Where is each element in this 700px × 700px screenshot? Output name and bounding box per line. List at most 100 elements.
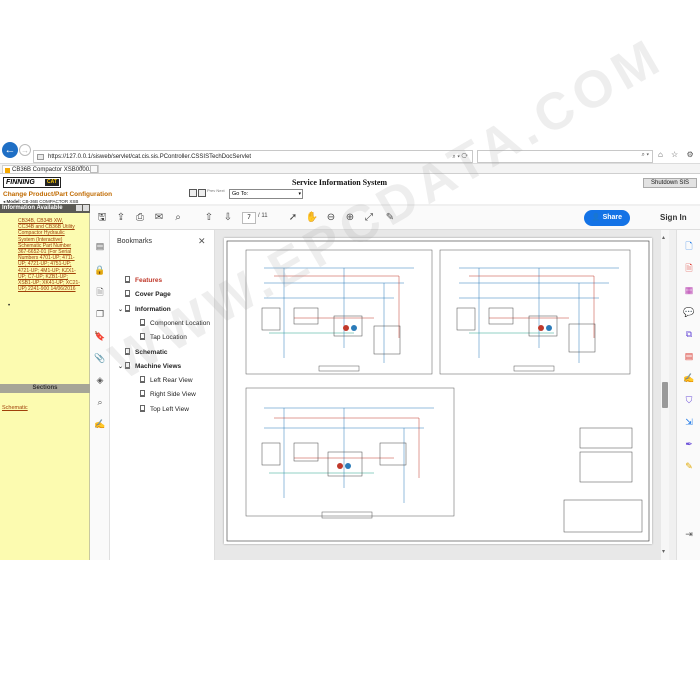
bookmark-label: Schematic bbox=[135, 348, 168, 356]
zoom-out-icon[interactable]: ⊖ bbox=[324, 211, 338, 225]
comment-icon[interactable]: 💬 bbox=[683, 306, 695, 318]
browser-search-input[interactable]: ⌕ ▾ bbox=[477, 150, 653, 163]
search-controls[interactable]: ⌕ ▾ bbox=[641, 152, 649, 159]
shutdown-button[interactable]: Shutdown SIS bbox=[643, 178, 697, 188]
attachment-list-icon[interactable]: 🗎 bbox=[94, 286, 106, 298]
lock-icon[interactable]: 🔒 bbox=[94, 264, 106, 276]
zoom-in-icon[interactable]: ⊕ bbox=[343, 211, 357, 225]
page-thumbnails-icon[interactable]: ▤ bbox=[94, 240, 106, 252]
back-arrow-icon[interactable]: ← bbox=[2, 142, 18, 158]
goto-select[interactable]: Go To: ▾ bbox=[229, 189, 303, 199]
paperclip-icon[interactable]: 📎 bbox=[94, 352, 106, 364]
fit-page-icon[interactable]: ⤢ bbox=[362, 211, 376, 225]
bookmark-label: Component Location bbox=[150, 319, 210, 327]
bookmark-icon bbox=[140, 390, 145, 398]
bookmark-item[interactable]: Schematic bbox=[118, 347, 168, 356]
app-window: ← → https://127.0.0.1/sisweb/servlet/cat… bbox=[0, 27, 700, 560]
document-link[interactable]: CB34B, CB34B XW, CC34B and CB36B Utility… bbox=[18, 218, 80, 292]
sis-tool-icons bbox=[189, 189, 207, 207]
sign-request-icon[interactable]: ✒ bbox=[683, 438, 695, 450]
email-icon[interactable]: ✉ bbox=[152, 211, 166, 225]
chevron-down-icon[interactable]: ⌄ bbox=[118, 363, 125, 370]
export-pdf-icon[interactable]: 🗎 bbox=[683, 262, 695, 274]
address-bar[interactable]: https://127.0.0.1/sisweb/servlet/cat.cis… bbox=[33, 150, 473, 163]
share-label: Share bbox=[602, 214, 623, 221]
address-controls[interactable]: ⌕ ▾ ⟳ bbox=[452, 151, 468, 163]
create-pdf-icon[interactable]: 🗋 bbox=[683, 240, 695, 252]
bookmark-item[interactable]: Features bbox=[118, 276, 162, 284]
select-cursor-icon[interactable]: ➚ bbox=[286, 211, 300, 225]
chevron-down-icon: ▾ bbox=[298, 191, 301, 197]
bookmark-icon bbox=[125, 304, 130, 312]
bookmark-item[interactable]: ⌄ Machine Views bbox=[118, 361, 182, 370]
bookmark-item[interactable]: Left Rear View bbox=[140, 376, 193, 384]
hand-tool-icon[interactable]: ✋ bbox=[305, 211, 319, 225]
section-link-schematic[interactable]: Schematic bbox=[2, 405, 28, 411]
bookmark-item[interactable]: Component Location bbox=[140, 318, 210, 327]
browser-toolbar: ← → https://127.0.0.1/sisweb/servlet/cat… bbox=[0, 140, 700, 164]
print-icon[interactable]: ⎙ bbox=[133, 211, 147, 225]
sign-in-link[interactable]: Sign In bbox=[660, 213, 687, 222]
change-product-link[interactable]: Change Product/Part Configuration bbox=[3, 191, 112, 198]
page-up-icon[interactable]: ⇧ bbox=[202, 211, 216, 225]
page-total: / 11 bbox=[258, 213, 268, 219]
more-tools-icon[interactable]: ✎ bbox=[683, 460, 695, 472]
page-title: Service Information System bbox=[292, 178, 388, 187]
scroll-down-icon[interactable]: ▾ bbox=[662, 548, 665, 555]
sections-header: Sections bbox=[0, 384, 90, 393]
bookmark-item[interactable]: Right Side View bbox=[140, 390, 196, 398]
layers-icon[interactable]: ◈ bbox=[94, 374, 106, 386]
pdf-viewer: 🖫 ⇪ ⎙ ✉ ⌕ ⇧ ⇩ 7 / 11 ➚ ✋ ⊖ ⊕ ⤢ ✎ 👤 Share… bbox=[90, 206, 700, 560]
print-icon[interactable] bbox=[189, 189, 197, 197]
bookmark-label: Top Left View bbox=[150, 405, 189, 413]
save-icon[interactable]: 🖫 bbox=[95, 211, 109, 225]
bookmark-label: Machine Views bbox=[135, 362, 182, 370]
compress-icon[interactable]: ⇲ bbox=[683, 416, 695, 428]
close-icon[interactable] bbox=[83, 205, 89, 211]
tab-close-icon[interactable]: × bbox=[80, 165, 84, 171]
pen-icon[interactable]: ✎ bbox=[383, 211, 397, 225]
bookmark-icon bbox=[140, 333, 145, 341]
vertical-scrollbar[interactable]: ▴ ▾ bbox=[661, 230, 669, 560]
new-tab-button[interactable] bbox=[90, 165, 98, 173]
combine-files-icon[interactable]: ⧉ bbox=[683, 328, 695, 340]
sign-icon[interactable]: ✍ bbox=[94, 418, 106, 430]
tab-strip: CB36B Compactor XSB0000... × bbox=[0, 164, 700, 174]
chevron-down-icon[interactable]: ⌄ bbox=[118, 306, 125, 313]
forward-arrow-icon[interactable]: → bbox=[19, 144, 31, 156]
organize-pages-icon[interactable]: ▤ bbox=[683, 350, 695, 362]
page-favicon-icon bbox=[37, 154, 44, 160]
bookmark-item[interactable]: Top Left View bbox=[140, 404, 189, 413]
document-canvas[interactable] bbox=[215, 230, 661, 560]
scroll-up-icon[interactable]: ▴ bbox=[662, 234, 665, 241]
browser-tab[interactable]: CB36B Compactor XSB0000... bbox=[2, 165, 100, 174]
browser-tool-icons[interactable]: ⌂ ☆ ⚙ bbox=[658, 150, 697, 159]
sis-header: FINNING CAT Change Product/Part Configur… bbox=[0, 174, 700, 204]
bookmark-icon[interactable]: 🔖 bbox=[94, 330, 106, 342]
fill-sign-icon[interactable]: ✍ bbox=[683, 372, 695, 384]
bookmark-label: Cover Page bbox=[135, 291, 171, 299]
close-icon[interactable]: ✕ bbox=[198, 236, 206, 247]
page-down-icon[interactable]: ⇩ bbox=[221, 211, 235, 225]
bookmark-item[interactable]: Cover Page bbox=[118, 290, 171, 298]
bookmark-icon bbox=[125, 361, 130, 369]
upload-icon[interactable]: ⇪ bbox=[114, 211, 128, 225]
bookmark-item[interactable]: Tap Location bbox=[140, 333, 187, 341]
scrollbar-thumb[interactable] bbox=[662, 382, 668, 408]
schematic-page bbox=[224, 238, 652, 544]
bookmark-label: Right Side View bbox=[150, 391, 196, 399]
edit-pdf-icon[interactable]: ▦ bbox=[683, 284, 695, 296]
cat-badge: CAT bbox=[45, 179, 59, 186]
bookmark-item[interactable]: ⌄ Information bbox=[118, 304, 171, 313]
pages-icon[interactable]: ❐ bbox=[94, 308, 106, 320]
minimize-icon[interactable] bbox=[76, 205, 82, 211]
collapse-panel-icon[interactable]: ⇥ bbox=[683, 528, 695, 540]
document-icon[interactable] bbox=[198, 189, 206, 197]
share-button[interactable]: 👤 Share bbox=[584, 210, 630, 226]
zoom-search-icon[interactable]: ⌕ bbox=[171, 211, 185, 225]
prev-next-nav[interactable]: Prev Next bbox=[207, 188, 225, 193]
protect-icon[interactable]: ⛉ bbox=[683, 394, 695, 406]
page-number-input[interactable]: 7 bbox=[242, 212, 256, 224]
search-icon[interactable]: ⌕ bbox=[94, 396, 106, 408]
bookmark-icon bbox=[140, 404, 145, 412]
